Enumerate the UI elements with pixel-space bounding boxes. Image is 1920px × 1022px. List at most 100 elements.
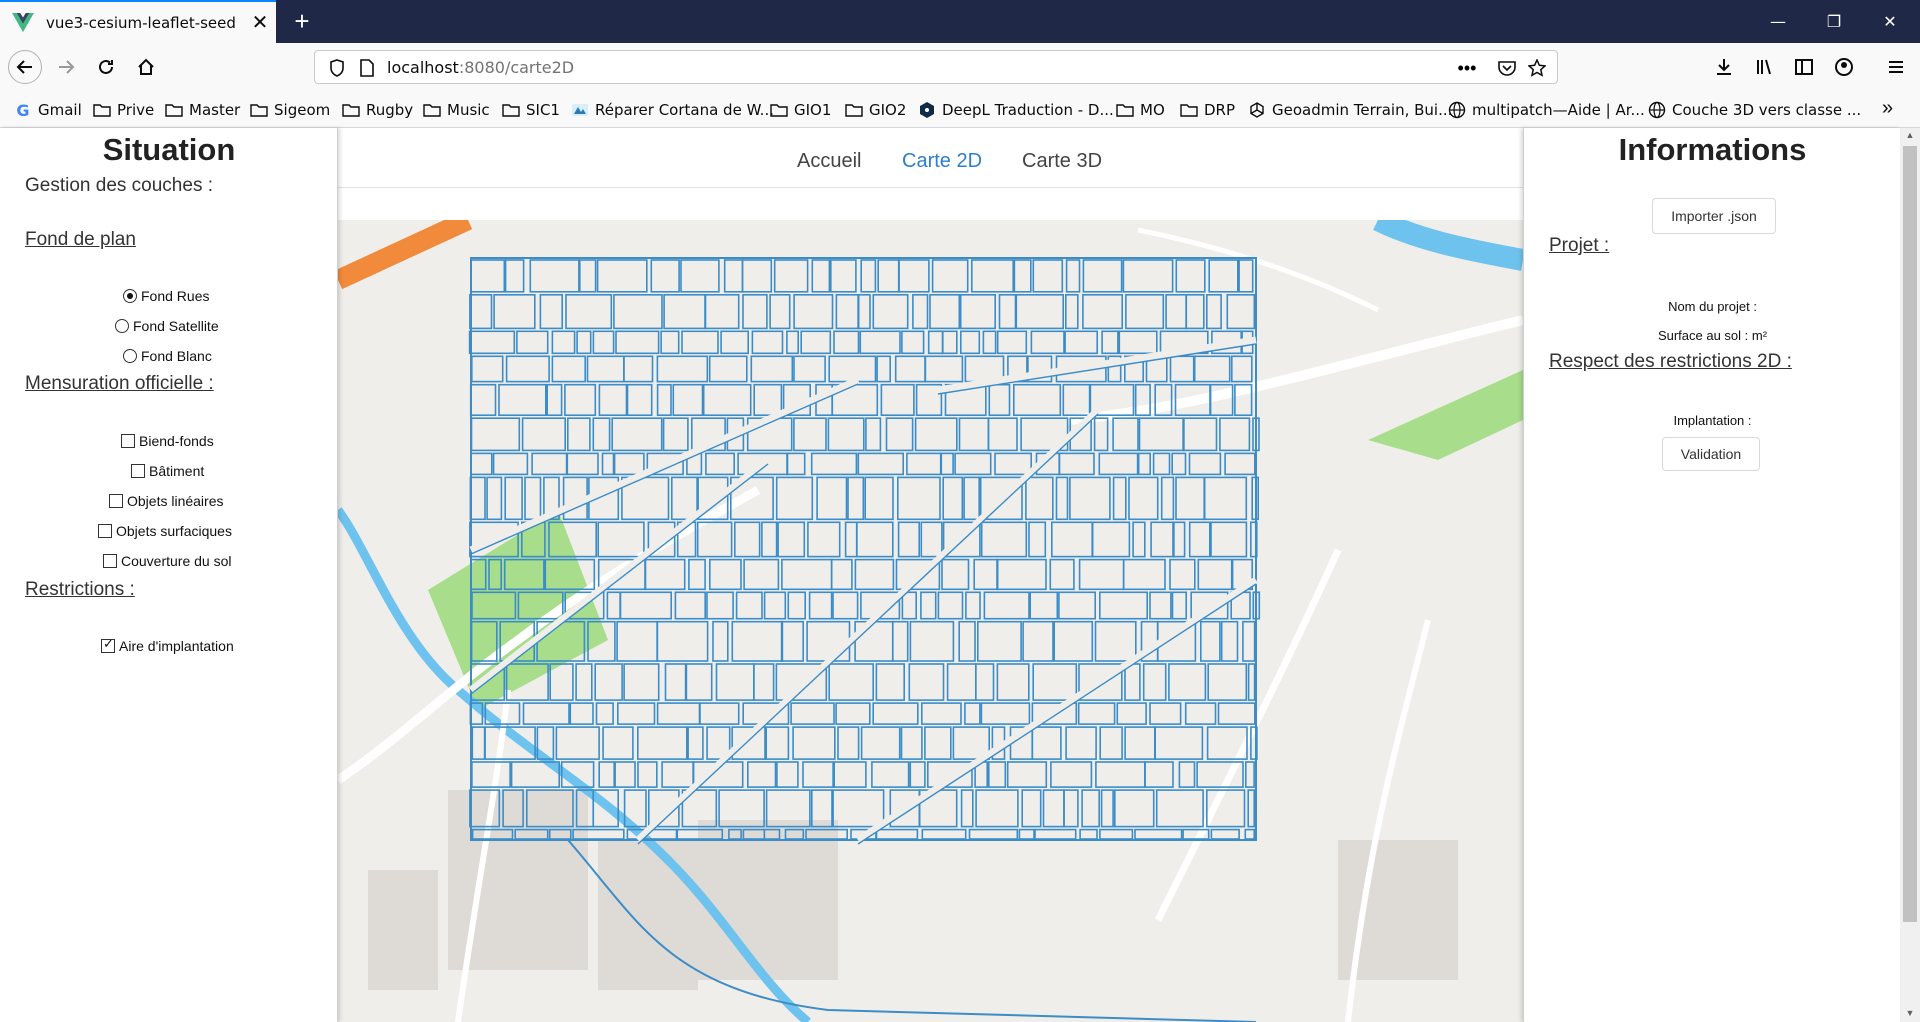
radio-fond-rues[interactable]: Fond Rues: [123, 288, 209, 304]
checkbox[interactable]: [101, 637, 115, 653]
scroll-up-icon[interactable]: ▲: [1900, 130, 1920, 140]
vue-logo-icon: [12, 12, 34, 32]
mensuration-title: Mensuration officielle :: [25, 373, 214, 394]
close-tab-icon[interactable]: ✕: [244, 10, 276, 35]
radio-button[interactable]: [115, 319, 129, 333]
home-icon[interactable]: [130, 51, 162, 83]
folder-icon: [1116, 102, 1134, 118]
folder-icon: [770, 102, 788, 118]
map-canvas[interactable]: [338, 220, 1523, 1022]
checkbox-couverture-sol[interactable]: Couverture du sol: [103, 553, 232, 569]
fond-de-plan-title: Fond de plan: [25, 229, 136, 250]
import-json-button[interactable]: Importer .json: [1652, 198, 1776, 234]
folder-icon: [502, 102, 520, 118]
bookmark-couche3d[interactable]: Couche 3D vers classe ...: [1648, 99, 1861, 121]
page-scrollbar[interactable]: ▲ ▼: [1900, 128, 1920, 1022]
folder-icon: [1180, 102, 1198, 118]
checkbox[interactable]: [109, 494, 123, 508]
nom-projet-label: Nom du projet :: [1668, 299, 1757, 314]
checkbox-biens-fonds[interactable]: Biend-fonds: [121, 433, 214, 449]
checkbox[interactable]: [131, 464, 145, 478]
url-text[interactable]: localhost:8080/carte2D: [387, 58, 574, 77]
bookmark-music[interactable]: Music: [423, 99, 490, 121]
projet-title: Projet :: [1549, 235, 1610, 256]
minimize-icon[interactable]: —: [1750, 0, 1806, 43]
checkbox[interactable]: [103, 554, 117, 568]
bookmark-drp[interactable]: DRP: [1180, 99, 1235, 121]
shield-icon[interactable]: [327, 59, 347, 77]
map-2d[interactable]: [338, 220, 1523, 1022]
checkbox-objets-lineaires[interactable]: Objets linéaires: [109, 493, 224, 509]
address-bar[interactable]: localhost:8080/carte2D •••: [314, 50, 1558, 84]
account-icon[interactable]: [1828, 51, 1860, 83]
informations-panel: Informations Importer .json Projet : Nom…: [1523, 128, 1900, 1022]
page-actions-icon[interactable]: •••: [1457, 59, 1477, 77]
bookmark-deepl[interactable]: DeepL Traduction - D...: [918, 99, 1114, 121]
radio-fond-blanc[interactable]: Fond Blanc: [123, 348, 212, 364]
bookmark-cortana[interactable]: Réparer Cortana de W...: [571, 99, 774, 121]
situation-panel: Situation Gestion des couches : Fond de …: [0, 128, 338, 1022]
deepl-icon: [918, 102, 936, 118]
close-window-icon[interactable]: ✕: [1862, 0, 1918, 43]
downloads-icon[interactable]: [1708, 51, 1740, 83]
bookmark-gio2[interactable]: GIO2: [845, 99, 906, 121]
bookmarks-overflow-icon[interactable]: »: [1882, 97, 1893, 120]
bookmark-master[interactable]: Master: [165, 99, 240, 121]
restrictions-title: Restrictions :: [25, 579, 135, 600]
new-tab-icon[interactable]: +: [286, 6, 318, 38]
bookmark-star-icon[interactable]: [1527, 59, 1547, 77]
nav-carte-3d[interactable]: Carte 3D: [1022, 150, 1102, 173]
radio-button[interactable]: [123, 289, 137, 303]
bookmark-geoadmin[interactable]: Geoadmin Terrain, Bui...: [1248, 99, 1452, 121]
validation-button[interactable]: Validation: [1662, 437, 1760, 471]
page-icon: [357, 59, 377, 77]
bookmark-gmail[interactable]: G Gmail: [14, 99, 81, 121]
globe-icon: [1648, 101, 1666, 119]
nav-accueil[interactable]: Accueil: [797, 150, 861, 173]
radio-fond-satellite[interactable]: Fond Satellite: [115, 318, 219, 334]
folder-icon: [845, 102, 863, 118]
menu-icon[interactable]: [1880, 51, 1912, 83]
tab-title: vue3-cesium-leaflet-seed: [46, 13, 236, 32]
folder-icon: [93, 102, 111, 118]
checkbox-aire-implantation[interactable]: Aire d'implantation: [101, 637, 234, 654]
folder-icon: [165, 102, 183, 118]
library-icon[interactable]: [1748, 51, 1780, 83]
bookmark-multipatch[interactable]: multipatch—Aide | Ar...: [1448, 99, 1645, 121]
microsoft-site-icon: [571, 102, 589, 118]
browser-tab[interactable]: vue3-cesium-leaflet-seed ✕: [0, 0, 276, 43]
situation-title: Situation: [102, 132, 236, 167]
pocket-icon[interactable]: [1497, 59, 1517, 77]
sidebar-icon[interactable]: [1788, 51, 1820, 83]
back-icon[interactable]: [8, 50, 42, 84]
checkbox[interactable]: [121, 434, 135, 448]
cube-icon: [1248, 102, 1266, 118]
scroll-down-icon[interactable]: ▼: [1900, 1008, 1920, 1018]
reload-icon[interactable]: [90, 51, 122, 83]
bookmarks-bar: G Gmail Prive Master Sigeom Rugby Music S…: [0, 91, 1920, 128]
bookmark-prive[interactable]: Prive: [93, 99, 154, 121]
bookmark-gio1[interactable]: GIO1: [770, 99, 831, 121]
google-icon: G: [16, 100, 30, 120]
globe-icon: [1448, 101, 1466, 119]
nav-carte-2d[interactable]: Carte 2D: [902, 150, 982, 173]
bookmark-rugby[interactable]: Rugby: [342, 99, 413, 121]
bookmark-sic1[interactable]: SIC1: [502, 99, 560, 121]
checkbox-objets-surfaciques[interactable]: Objets surfaciques: [98, 523, 232, 539]
bookmark-mo[interactable]: MO: [1116, 99, 1165, 121]
scroll-thumb[interactable]: [1903, 146, 1917, 922]
folder-icon: [342, 102, 360, 118]
tab-bar: vue3-cesium-leaflet-seed ✕ + — ❐ ✕: [0, 0, 1920, 43]
main-nav: Accueil Carte 2D Carte 3D: [338, 128, 1523, 188]
folder-icon: [423, 102, 441, 118]
bookmark-sigeom[interactable]: Sigeom: [250, 99, 330, 121]
surface-sol-label: Surface au sol : m²: [1657, 328, 1768, 343]
restrictions-2d-title: Respect des restrictions 2D :: [1549, 351, 1792, 372]
radio-button[interactable]: [123, 349, 137, 363]
restore-icon[interactable]: ❐: [1806, 0, 1862, 43]
forward-icon[interactable]: [50, 51, 82, 83]
informations-title: Informations: [1618, 132, 1807, 167]
checkbox-batiment[interactable]: Bâtiment: [131, 463, 204, 479]
checkbox[interactable]: [98, 524, 112, 538]
folder-icon: [250, 102, 268, 118]
